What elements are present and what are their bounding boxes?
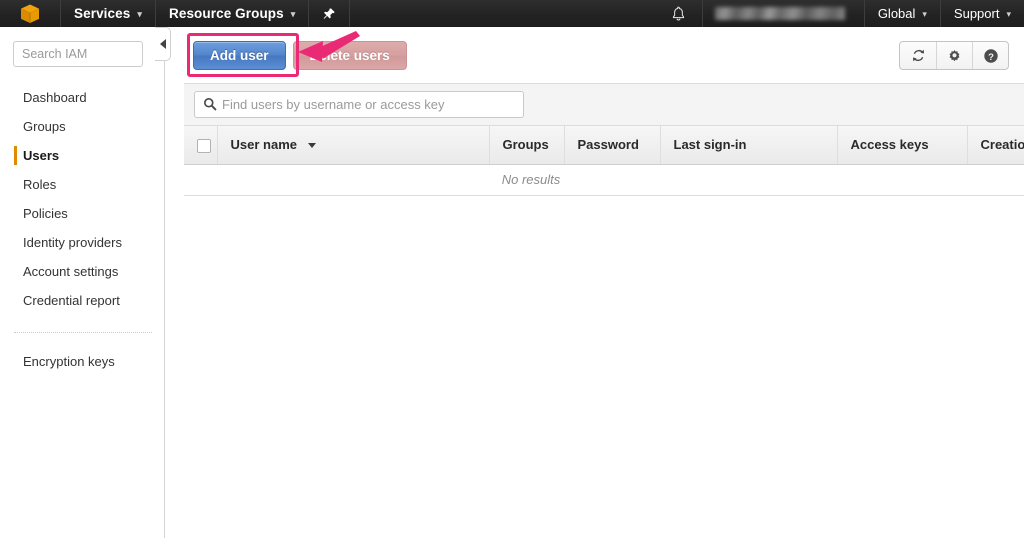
nav-resource-groups[interactable]: Resource Groups ▾ [154,0,308,27]
chevron-down-icon: ▾ [1006,9,1011,19]
empty-state-message: No results [501,172,561,187]
gear-icon [949,49,960,62]
sidebar-item-groups[interactable]: Groups [0,112,164,141]
add-user-button[interactable]: Add user [193,41,286,70]
users-toolbar: Add user Delete users ? [166,27,1024,83]
region-label: Global [877,6,916,21]
column-header-password[interactable]: Password [564,126,661,165]
account-menu[interactable] [701,0,864,27]
chevron-down-icon: ▾ [922,9,927,19]
column-label-user-name: User name [230,137,297,153]
main-content: Add user Delete users ? Find users by us… [166,27,1024,538]
sidebar-collapse-button[interactable] [155,27,171,61]
chevron-down-icon: ▾ [137,9,142,19]
sidebar-item-account-settings[interactable]: Account settings [0,257,164,286]
nav-services[interactable]: Services ▾ [60,0,155,27]
sort-descending-icon [307,143,316,149]
help-icon: ? [983,48,998,62]
empty-state-cell: No results [184,164,1024,196]
sidebar-item-credential-report[interactable]: Credential report [0,286,164,315]
users-table: User name Groups Password Last sign-in A… [184,126,1024,196]
support-menu[interactable]: Support ▾ [939,0,1024,27]
sidebar-item-encryption-keys[interactable]: Encryption keys [0,347,164,376]
bell-icon [672,6,684,20]
column-header-groups[interactable]: Groups [489,126,565,165]
notifications-button[interactable] [657,0,702,27]
users-search-row [184,84,1024,126]
nav-resource-groups-label: Resource Groups [168,6,284,21]
users-panel: User name Groups Password Last sign-in A… [184,83,1024,196]
nav-services-label: Services [74,6,131,21]
refresh-button[interactable] [900,42,936,69]
select-all-checkbox[interactable] [197,138,211,153]
aws-cube-icon [21,4,39,23]
table-action-icons: ? [899,41,1009,70]
users-table-header-row: User name Groups Password Last sign-in A… [184,126,1024,165]
users-table-body: No results [184,164,1024,196]
users-search-input[interactable] [222,97,512,112]
nav-pin-shortcuts[interactable] [308,0,349,27]
sidebar-item-roles[interactable]: Roles [0,170,164,199]
account-name-redacted [714,7,845,20]
aws-logo[interactable] [0,0,60,27]
sidebar-search-wrapper [0,27,164,67]
top-navigation-bar: Services ▾ Resource Groups ▾ Global ▾ Su… [0,0,1024,27]
sidebar-item-identity-providers[interactable]: Identity providers [0,228,164,257]
users-search-box[interactable] [194,91,524,118]
svg-text:?: ? [988,51,994,62]
sidebar-nav-list: Dashboard Groups Users Roles Policies Id… [0,83,164,376]
region-menu[interactable]: Global ▾ [863,0,940,27]
iam-sidebar: Dashboard Groups Users Roles Policies Id… [0,27,165,538]
select-all-header [184,126,218,165]
empty-state-row: No results [184,164,1024,196]
column-header-creation-time[interactable]: Creation time [967,126,1024,165]
column-header-access-keys[interactable]: Access keys [837,126,968,165]
refresh-icon [912,49,924,62]
column-header-user-name[interactable]: User name [217,126,490,165]
search-icon [203,97,217,116]
support-label: Support [953,6,1000,21]
settings-button[interactable] [936,42,972,69]
help-button[interactable]: ? [972,42,1008,69]
column-header-last-sign-in[interactable]: Last sign-in [660,126,838,165]
sidebar-search-input[interactable] [13,41,143,67]
nav-spacer [349,0,656,27]
delete-users-button[interactable]: Delete users [292,41,407,70]
nav-right-group: Global ▾ Support ▾ [657,0,1024,27]
sidebar-item-policies[interactable]: Policies [0,199,164,228]
sidebar-item-users[interactable]: Users [0,141,164,170]
sidebar-item-dashboard[interactable]: Dashboard [0,83,164,112]
pushpin-icon [324,7,336,19]
users-table-head: User name Groups Password Last sign-in A… [184,126,1024,165]
chevron-down-icon: ▾ [290,9,296,19]
collapse-left-icon [159,39,166,49]
sidebar-divider [14,332,152,333]
